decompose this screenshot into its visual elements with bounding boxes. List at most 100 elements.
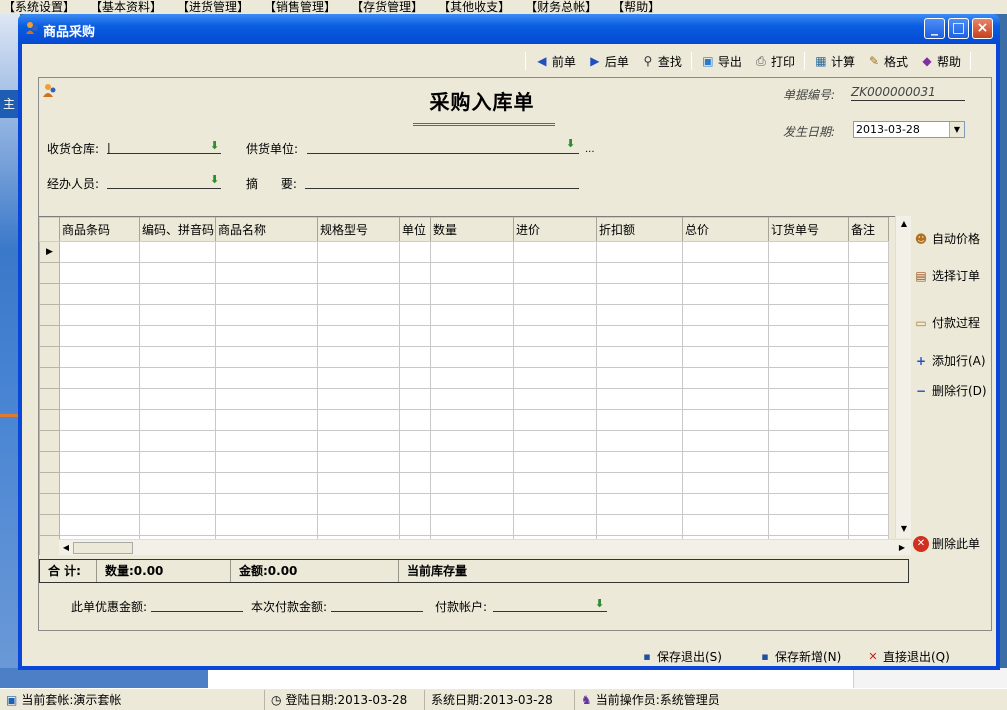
grid-cell[interactable] xyxy=(139,409,216,431)
table-row[interactable] xyxy=(39,451,889,473)
grid-cell[interactable] xyxy=(399,430,431,452)
grid-cell[interactable] xyxy=(682,493,769,515)
grid-vertical-scrollbar[interactable]: ▲ ▼ xyxy=(895,216,911,538)
grid-cell[interactable] xyxy=(139,346,216,368)
row-header-cell[interactable] xyxy=(39,283,60,305)
grid-cell[interactable] xyxy=(317,388,400,410)
grid-cell[interactable] xyxy=(513,241,597,263)
grid-cell[interactable] xyxy=(59,262,140,284)
grid-cell[interactable] xyxy=(399,283,431,305)
grid-cell[interactable] xyxy=(848,493,889,515)
grid-cell[interactable] xyxy=(399,241,431,263)
grid-cell[interactable] xyxy=(430,430,514,452)
grid-cell[interactable] xyxy=(317,262,400,284)
handler-select-icon[interactable]: ⬇ xyxy=(210,174,222,186)
save-new-button[interactable]: ▪ 保存新增(N) xyxy=(758,648,841,665)
grid-cell[interactable] xyxy=(139,367,216,389)
grid-cell[interactable] xyxy=(139,514,216,536)
grid-cell[interactable] xyxy=(139,304,216,326)
grid-cell[interactable] xyxy=(430,388,514,410)
row-header-cell[interactable] xyxy=(39,304,60,326)
auto-price-button[interactable]: ☻ 自动价格 xyxy=(913,230,980,247)
grid-cell[interactable] xyxy=(139,493,216,515)
grid-cell[interactable] xyxy=(430,451,514,473)
grid-cell[interactable] xyxy=(399,472,431,494)
table-row[interactable] xyxy=(39,304,889,326)
grid-cell[interactable] xyxy=(596,283,683,305)
row-header-cell[interactable] xyxy=(39,388,60,410)
grid-cell[interactable] xyxy=(215,367,318,389)
grid-cell[interactable] xyxy=(513,451,597,473)
grid-cell[interactable] xyxy=(848,262,889,284)
grid-cell[interactable] xyxy=(59,388,140,410)
select-order-button[interactable]: ▤ 选择订单 xyxy=(913,267,980,284)
grid-cell[interactable] xyxy=(59,451,140,473)
grid-cell[interactable] xyxy=(317,451,400,473)
menu-other-income-expense[interactable]: 【其他收支】 xyxy=(435,0,522,14)
col-header-barcode[interactable]: 商品条码 xyxy=(59,217,140,242)
table-row[interactable] xyxy=(39,325,889,347)
grid-horizontal-scrollbar[interactable]: ◀ ▶ xyxy=(59,539,911,555)
grid-cell[interactable] xyxy=(317,472,400,494)
menu-help[interactable]: 【帮助】 xyxy=(609,0,672,14)
minimize-button[interactable]: _ xyxy=(924,18,945,39)
format-button[interactable]: ✎ 格式 xyxy=(861,50,914,72)
grid-cell[interactable] xyxy=(430,262,514,284)
grid-cell[interactable] xyxy=(139,262,216,284)
grid-cell[interactable] xyxy=(399,409,431,431)
grid-cell[interactable] xyxy=(596,451,683,473)
grid-cell[interactable] xyxy=(317,304,400,326)
grid-cell[interactable] xyxy=(848,325,889,347)
grid-cell[interactable] xyxy=(682,388,769,410)
grid-cell[interactable] xyxy=(139,241,216,263)
scroll-right-icon[interactable]: ▶ xyxy=(895,541,909,555)
grid-cell[interactable] xyxy=(513,325,597,347)
grid-cell[interactable] xyxy=(848,472,889,494)
grid-cell[interactable] xyxy=(317,514,400,536)
col-header-name[interactable]: 商品名称 xyxy=(215,217,318,242)
payment-process-button[interactable]: ▭ 付款过程 xyxy=(913,314,980,331)
grid-cell[interactable] xyxy=(317,283,400,305)
save-exit-button[interactable]: ▪ 保存退出(S) xyxy=(640,648,722,665)
col-header-remark[interactable]: 备注 xyxy=(848,217,889,242)
row-header-cell[interactable] xyxy=(39,535,60,555)
grid-cell[interactable] xyxy=(139,430,216,452)
grid-cell[interactable] xyxy=(513,430,597,452)
row-header-cell[interactable] xyxy=(39,493,60,515)
grid-cell[interactable] xyxy=(596,472,683,494)
grid-cell[interactable] xyxy=(848,451,889,473)
grid-cell[interactable] xyxy=(513,283,597,305)
delete-document-button[interactable]: ✕ 删除此单 xyxy=(913,535,980,552)
grid-cell[interactable] xyxy=(596,409,683,431)
row-header-cell[interactable] xyxy=(39,367,60,389)
grid-cell[interactable] xyxy=(430,241,514,263)
col-header-price[interactable]: 进价 xyxy=(513,217,597,242)
grid-cell[interactable] xyxy=(59,241,140,263)
menu-sales-management[interactable]: 【销售管理】 xyxy=(261,0,348,14)
grid-cell[interactable] xyxy=(596,430,683,452)
row-header-cell[interactable] xyxy=(39,451,60,473)
help-button[interactable]: ◆ 帮助 xyxy=(914,50,967,72)
table-row[interactable] xyxy=(39,430,889,452)
row-header-cell[interactable] xyxy=(39,262,60,284)
grid-cell[interactable] xyxy=(430,493,514,515)
supplier-select-icon[interactable]: ⬇ xyxy=(566,138,578,150)
table-row[interactable] xyxy=(39,409,889,431)
grid-cell[interactable] xyxy=(682,514,769,536)
grid-cell[interactable] xyxy=(430,514,514,536)
grid-cell[interactable] xyxy=(430,304,514,326)
payment-amount-field[interactable] xyxy=(331,598,423,612)
grid-cell[interactable] xyxy=(682,262,769,284)
row-header-cell[interactable] xyxy=(39,430,60,452)
find-button[interactable]: ⚲ 查找 xyxy=(635,50,688,72)
grid-cell[interactable] xyxy=(513,262,597,284)
grid-cell[interactable] xyxy=(430,367,514,389)
grid-cell[interactable] xyxy=(399,451,431,473)
grid-cell[interactable] xyxy=(430,409,514,431)
grid-cell[interactable] xyxy=(215,514,318,536)
table-row[interactable] xyxy=(39,514,889,536)
table-row[interactable]: ▶ xyxy=(39,241,889,263)
grid-cell[interactable] xyxy=(399,325,431,347)
table-row[interactable] xyxy=(39,493,889,515)
grid-cell[interactable] xyxy=(596,241,683,263)
